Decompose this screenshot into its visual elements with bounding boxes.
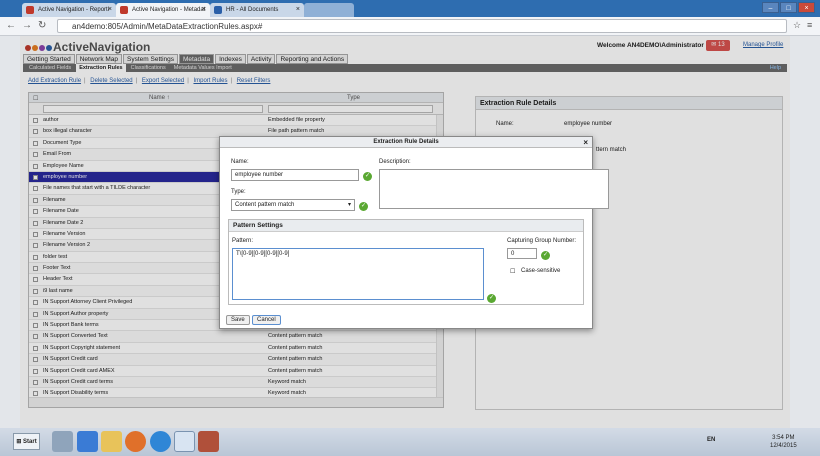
pattern-valid-icon: ✓ [487, 294, 496, 303]
type-valid-icon: ✓ [359, 202, 368, 211]
reload-icon[interactable]: ↻ [38, 20, 46, 31]
window-close-button[interactable]: × [798, 2, 815, 13]
file-explorer-icon[interactable] [101, 431, 122, 452]
dialog-close-icon[interactable]: × [583, 137, 588, 148]
pattern-settings-title: Pattern Settings [229, 220, 583, 232]
case-sensitive-label: Case-sensitive [521, 268, 561, 274]
close-icon[interactable]: × [296, 3, 300, 17]
pattern-settings-panel: Pattern Settings Pattern: T\[0-9][0-9][0… [228, 219, 584, 305]
case-sensitive-checkbox[interactable]: ☐ [510, 268, 515, 275]
language-indicator[interactable]: EN [707, 437, 715, 443]
type-select[interactable]: Content pattern match ▾ [231, 199, 355, 211]
minimize-button[interactable]: – [762, 2, 779, 13]
pattern-textarea[interactable]: T\[0-9][0-9][0-9][0-9] [232, 248, 484, 300]
browser-tab-metadata[interactable]: Active Navigation - Metadat × [116, 3, 210, 17]
capturing-group-input[interactable]: 0 [507, 248, 537, 259]
name-valid-icon: ✓ [363, 172, 372, 181]
start-button[interactable]: ⊞ Start [13, 433, 40, 450]
name-label: Name: [231, 159, 249, 165]
browser-tab-hr[interactable]: HR - All Documents × [210, 3, 304, 17]
capture-valid-icon: ✓ [541, 251, 550, 260]
new-tab-button[interactable] [304, 3, 354, 17]
clock[interactable]: 3:54 PM 12/4/2015 [770, 434, 797, 450]
tab-bar: Active Navigation - Reporti × Active Navi… [0, 0, 820, 17]
favicon-icon [120, 6, 128, 14]
pattern-label: Pattern: [232, 238, 254, 244]
browser-tab-reporting[interactable]: Active Navigation - Reporti × [22, 3, 116, 17]
dialog-title-bar: Extraction Rule Details × [220, 137, 592, 148]
maximize-button[interactable]: □ [780, 2, 797, 13]
powershell-icon[interactable] [77, 431, 98, 452]
capturing-group-label: Capturing Group Number: [507, 238, 577, 244]
internet-explorer-icon[interactable] [150, 431, 171, 452]
type-label: Type: [231, 189, 246, 195]
favicon-icon [214, 6, 222, 14]
url-field[interactable]: an4demo:805/Admin/MetaDataExtractionRule… [57, 19, 787, 33]
favicon-icon [26, 6, 34, 14]
description-textarea[interactable] [379, 169, 609, 209]
save-button[interactable]: Save [226, 315, 250, 325]
extraction-rule-dialog: Extraction Rule Details × Name: employee … [219, 136, 609, 329]
menu-icon[interactable]: ≡ [807, 20, 812, 30]
chrome-icon[interactable] [174, 431, 195, 452]
active-navigation-app-icon[interactable] [198, 431, 219, 452]
address-bar: ← → ↻ an4demo:805/Admin/MetaDataExtracti… [0, 17, 820, 36]
firefox-icon[interactable] [125, 431, 146, 452]
cancel-button[interactable]: Cancel [252, 315, 281, 325]
network-app-icon[interactable] [52, 431, 73, 452]
close-icon[interactable]: × [202, 3, 206, 17]
taskbar: ⊞ Start EN 3:54 PM 12/4/2015 [0, 428, 820, 456]
description-label: Description: [379, 159, 411, 165]
close-icon[interactable]: × [108, 3, 112, 17]
forward-icon[interactable]: → [22, 20, 32, 31]
bookmark-star-icon[interactable]: ☆ [793, 20, 801, 31]
name-input[interactable]: employee number [231, 169, 359, 181]
dropdown-arrow-icon: ▾ [347, 202, 351, 208]
back-icon[interactable]: ← [6, 20, 16, 31]
